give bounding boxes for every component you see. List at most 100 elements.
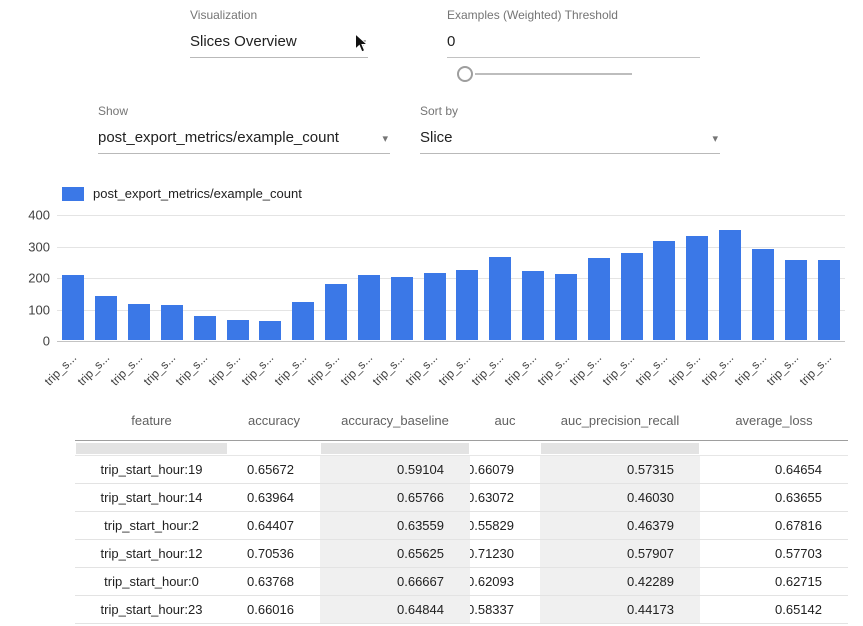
y-tick-label: 400 bbox=[28, 208, 50, 223]
filter-box bbox=[321, 443, 469, 454]
metric-cell: 0.57907 bbox=[540, 540, 700, 567]
column-header[interactable]: average_loss bbox=[700, 400, 848, 440]
metric-cell: 0.65766 bbox=[320, 484, 470, 511]
bar[interactable] bbox=[62, 275, 84, 340]
slider-thumb[interactable] bbox=[457, 66, 473, 82]
bar[interactable] bbox=[358, 275, 380, 340]
bar[interactable] bbox=[391, 277, 413, 340]
table-header-row: featureaccuracyaccuracy_baselineaucauc_p… bbox=[75, 400, 848, 441]
bar[interactable] bbox=[653, 241, 675, 340]
x-tick-label: trip_s... bbox=[74, 351, 112, 389]
threshold-control: Examples (Weighted) Threshold 0 bbox=[447, 8, 700, 58]
sort-by-control: Sort by Slice ▾ bbox=[420, 104, 720, 154]
filter-box bbox=[76, 443, 227, 454]
metric-cell: 0.44173 bbox=[540, 596, 700, 623]
metric-cell: 0.65625 bbox=[320, 540, 470, 567]
metric-cell: 0.66667 bbox=[320, 568, 470, 595]
feature-cell: trip_start_hour:14 bbox=[75, 484, 228, 511]
slider-track[interactable] bbox=[475, 73, 632, 75]
x-tick-label: trip_s... bbox=[567, 351, 605, 389]
bar[interactable] bbox=[161, 305, 183, 340]
metric-cell: 0.57315 bbox=[540, 456, 700, 483]
bar[interactable] bbox=[686, 236, 708, 340]
metric-cell: 0.55829 bbox=[470, 512, 540, 539]
sort-by-dropdown[interactable]: Slice ▾ bbox=[420, 127, 720, 154]
metric-cell: 0.67816 bbox=[700, 512, 848, 539]
bar[interactable] bbox=[588, 258, 610, 340]
column-header[interactable]: accuracy_baseline bbox=[320, 400, 470, 440]
y-tick-label: 300 bbox=[28, 239, 50, 254]
bar[interactable] bbox=[818, 260, 840, 340]
visualization-dropdown[interactable]: Slices Overview ▾ bbox=[190, 31, 368, 58]
threshold-slider[interactable] bbox=[447, 66, 632, 82]
column-header[interactable]: feature bbox=[75, 400, 228, 440]
bar[interactable] bbox=[621, 253, 643, 340]
metric-cell: 0.65142 bbox=[700, 596, 848, 623]
bar[interactable] bbox=[95, 296, 117, 340]
chevron-down-icon: ▾ bbox=[382, 132, 388, 146]
table-row[interactable]: trip_start_hour:230.660160.648440.583370… bbox=[75, 596, 848, 624]
x-tick-label: trip_s... bbox=[698, 351, 736, 389]
table-row[interactable]: trip_start_hour:140.639640.657660.630720… bbox=[75, 484, 848, 512]
filter-cell bbox=[320, 441, 470, 455]
x-tick-label: trip_s... bbox=[42, 351, 80, 389]
filter-cell bbox=[700, 441, 848, 455]
metric-cell: 0.70536 bbox=[228, 540, 320, 567]
x-tick-label: trip_s... bbox=[239, 351, 277, 389]
x-tick-label: trip_s... bbox=[665, 351, 703, 389]
show-metric-dropdown[interactable]: post_export_metrics/example_count ▾ bbox=[98, 127, 390, 154]
show-label: Show bbox=[98, 104, 390, 118]
bar[interactable] bbox=[227, 320, 249, 340]
x-tick-label: trip_s... bbox=[403, 351, 441, 389]
bar[interactable] bbox=[292, 302, 314, 340]
x-tick-label: trip_s... bbox=[436, 351, 474, 389]
y-tick-label: 100 bbox=[28, 302, 50, 317]
metric-cell: 0.57703 bbox=[700, 540, 848, 567]
feature-cell: trip_start_hour:23 bbox=[75, 596, 228, 623]
table-row[interactable]: trip_start_hour:00.637680.666670.620930.… bbox=[75, 568, 848, 596]
x-tick-label: trip_s... bbox=[600, 351, 638, 389]
bar[interactable] bbox=[194, 316, 216, 340]
threshold-input[interactable]: 0 bbox=[447, 31, 700, 58]
bar[interactable] bbox=[325, 284, 347, 340]
bar[interactable] bbox=[555, 274, 577, 340]
metric-cell: 0.66016 bbox=[228, 596, 320, 623]
bar[interactable] bbox=[752, 249, 774, 340]
bar[interactable] bbox=[128, 304, 150, 340]
column-header[interactable]: accuracy bbox=[228, 400, 320, 440]
filter-cell bbox=[540, 441, 700, 455]
feature-cell: trip_start_hour:0 bbox=[75, 568, 228, 595]
metrics-table: featureaccuracyaccuracy_baselineaucauc_p… bbox=[75, 400, 848, 624]
table-row[interactable]: trip_start_hour:20.644070.635590.558290.… bbox=[75, 512, 848, 540]
column-header[interactable]: auc bbox=[470, 400, 540, 440]
metric-cell: 0.71230 bbox=[470, 540, 540, 567]
column-header[interactable]: auc_precision_recall bbox=[540, 400, 700, 440]
legend-label: post_export_metrics/example_count bbox=[93, 186, 302, 201]
bar-chart-plot bbox=[57, 215, 845, 341]
x-tick-label: trip_s... bbox=[206, 351, 244, 389]
y-tick-label: 200 bbox=[28, 271, 50, 286]
metric-cell: 0.63964 bbox=[228, 484, 320, 511]
gridline bbox=[57, 215, 845, 216]
x-tick-label: trip_s... bbox=[534, 351, 572, 389]
metric-cell: 0.58337 bbox=[470, 596, 540, 623]
x-tick-label: trip_s... bbox=[337, 351, 375, 389]
x-tick-label: trip_s... bbox=[107, 351, 145, 389]
bar[interactable] bbox=[259, 321, 281, 340]
bar[interactable] bbox=[489, 257, 511, 340]
table-row[interactable]: trip_start_hour:120.705360.656250.712300… bbox=[75, 540, 848, 568]
show-control: Show post_export_metrics/example_count ▾ bbox=[98, 104, 390, 154]
feature-cell: trip_start_hour:2 bbox=[75, 512, 228, 539]
bar[interactable] bbox=[424, 273, 446, 340]
bar[interactable] bbox=[522, 271, 544, 340]
bar[interactable] bbox=[719, 230, 741, 340]
table-row[interactable]: trip_start_hour:190.656720.591040.660790… bbox=[75, 456, 848, 484]
metric-cell: 0.63072 bbox=[470, 484, 540, 511]
x-tick-label: trip_s... bbox=[140, 351, 178, 389]
bar[interactable] bbox=[456, 270, 478, 340]
x-tick-label: trip_s... bbox=[173, 351, 211, 389]
x-tick-label: trip_s... bbox=[797, 351, 835, 389]
chevron-down-icon: ▾ bbox=[360, 36, 366, 50]
x-tick-label: trip_s... bbox=[764, 351, 802, 389]
bar[interactable] bbox=[785, 260, 807, 340]
